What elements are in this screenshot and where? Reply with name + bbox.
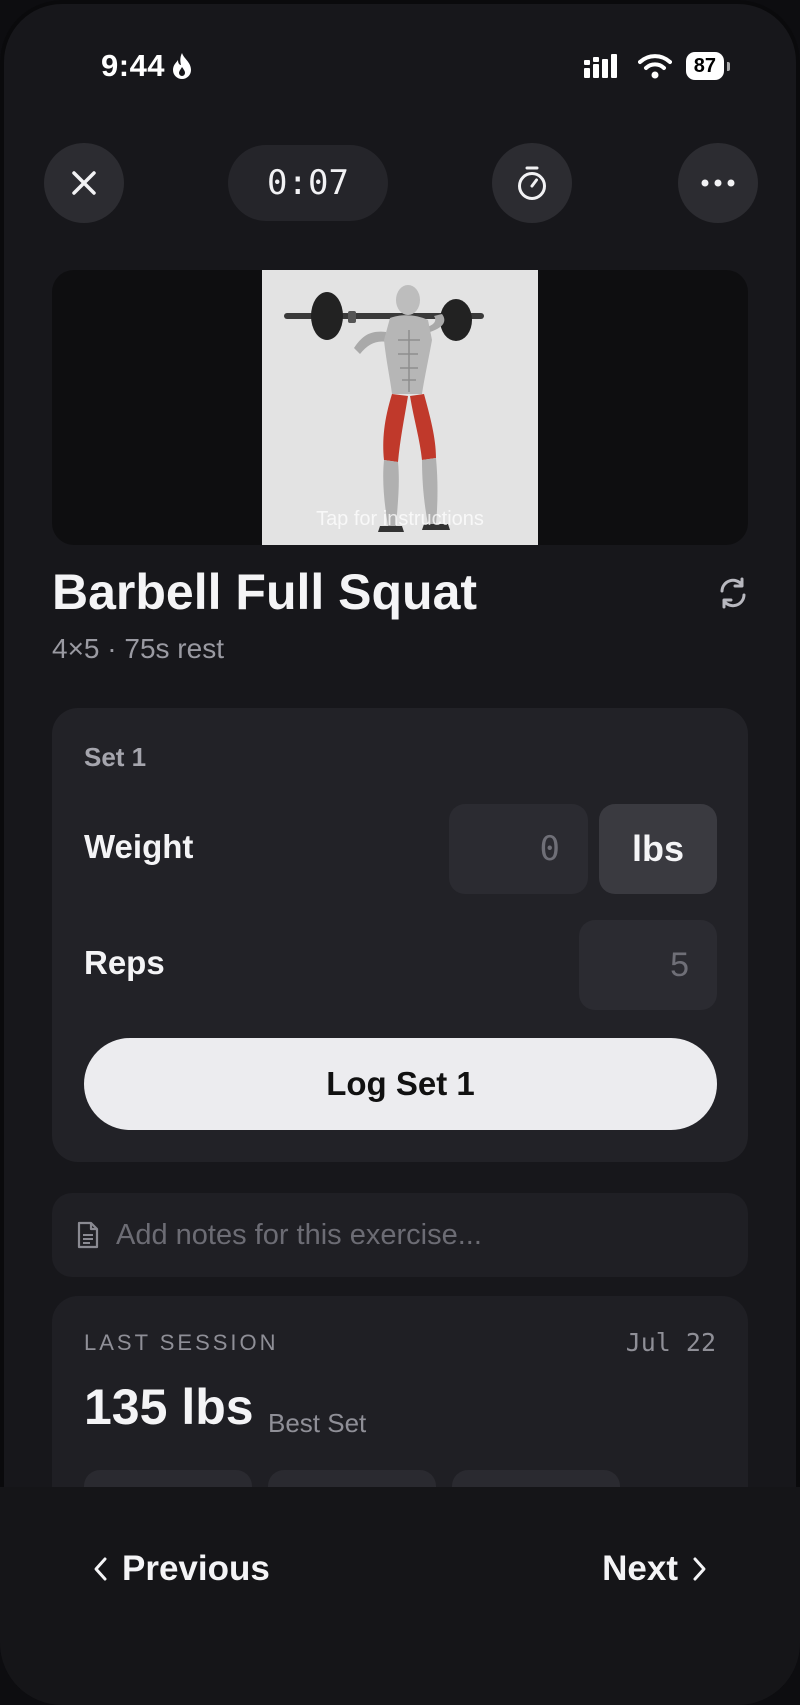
document-icon — [77, 1221, 99, 1249]
exercise-illustration — [262, 270, 538, 545]
status-time: 9:44 — [101, 48, 193, 84]
stopwatch-icon — [518, 166, 546, 200]
status-indicators: 87 — [583, 52, 731, 80]
best-set-label: Best Set — [268, 1408, 367, 1438]
status-time-text: 9:44 — [101, 48, 166, 83]
exercise-media[interactable]: Tap for instructions — [52, 270, 748, 545]
notes-input[interactable]: Add notes for this exercise... — [52, 1193, 748, 1277]
last-session-card: LAST SESSION Jul 22 135 lbs Best Set — [52, 1296, 748, 1516]
stopwatch-button[interactable] — [492, 143, 572, 223]
wifi-icon — [637, 54, 672, 79]
set-card: Set 1 Weight 0 lbs Reps 5 Log Set 1 — [52, 708, 748, 1162]
exercise-subtitle: 4×5 · 75s rest — [52, 633, 224, 664]
weight-input[interactable]: 0 — [449, 804, 588, 894]
flame-icon — [173, 53, 192, 79]
unit-toggle-button[interactable]: lbs — [599, 804, 717, 894]
previous-label: Previous — [122, 1549, 270, 1588]
weight-label: Weight — [84, 828, 194, 865]
app-screen: 9:44 87 0:07 Tap for instructions Barbel… — [0, 0, 800, 1705]
log-set-button[interactable]: Log Set 1 — [84, 1038, 717, 1130]
best-set-value: 135 lbs — [84, 1379, 254, 1435]
reps-value: 5 — [670, 945, 689, 984]
reps-input[interactable]: 5 — [579, 920, 717, 1010]
next-button[interactable]: Next — [602, 1549, 708, 1589]
previous-button[interactable]: Previous — [92, 1549, 270, 1589]
chevron-right-icon — [693, 1557, 706, 1581]
exercise-title: Barbell Full Squat — [52, 564, 478, 620]
weight-value: 0 — [539, 829, 560, 869]
last-session-date: Jul 22 — [625, 1328, 716, 1357]
next-label: Next — [602, 1549, 678, 1588]
chevron-left-icon — [94, 1557, 107, 1581]
workout-timer: 0:07 — [228, 145, 388, 221]
media-hint: Tap for instructions — [316, 508, 484, 530]
signal-icon — [583, 54, 617, 78]
last-session-label: LAST SESSION — [84, 1330, 279, 1355]
more-options-button[interactable] — [678, 143, 758, 223]
close-button[interactable] — [44, 143, 124, 223]
close-icon — [72, 171, 96, 195]
reps-label: Reps — [84, 944, 165, 981]
swap-exercise-icon[interactable] — [715, 575, 751, 611]
set-label: Set 1 — [84, 742, 147, 772]
barbell-squat-figure — [284, 285, 484, 532]
bottom-navigation: Previous Next — [0, 1487, 800, 1705]
more-icon — [701, 179, 735, 187]
notes-placeholder: Add notes for this exercise... — [116, 1218, 482, 1251]
battery-indicator: 87 — [685, 52, 731, 80]
